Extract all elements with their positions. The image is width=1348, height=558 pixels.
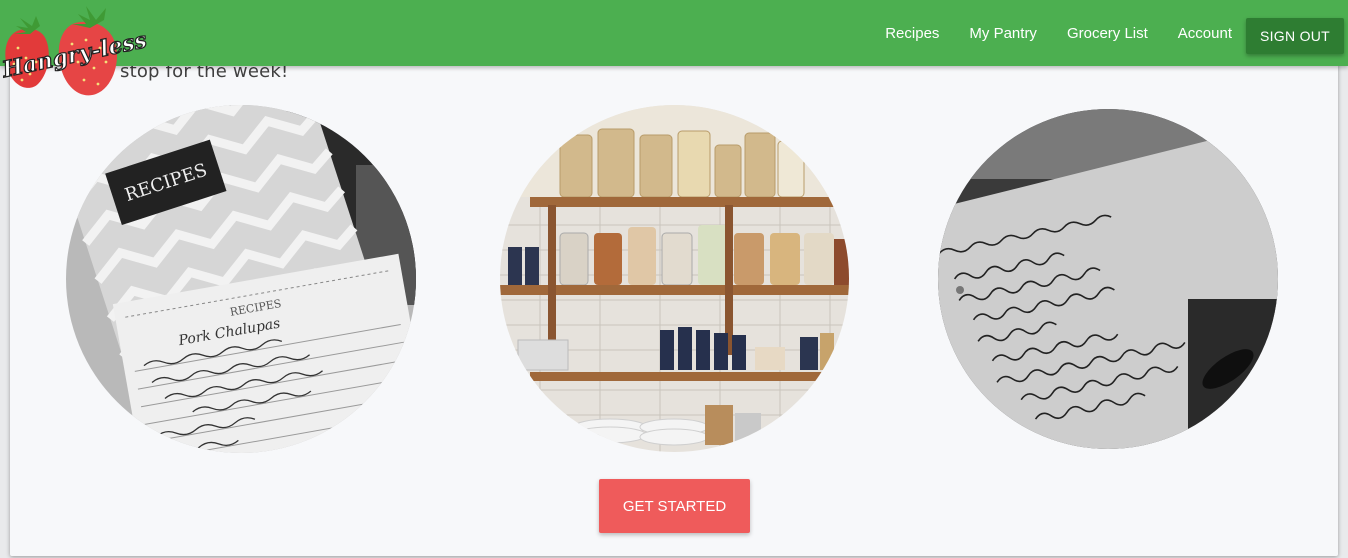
pantry-photo: [500, 105, 849, 452]
nav-links: Recipes My Pantry Grocery List Account S…: [885, 0, 1348, 66]
top-navbar: Recipes My Pantry Grocery List Account S…: [0, 0, 1348, 66]
recipes-photo: RECIPES RECIPES Pork Chalupas: [66, 105, 416, 453]
nav-link-my-pantry[interactable]: My Pantry: [969, 25, 1037, 42]
nav-link-account[interactable]: Account: [1178, 25, 1232, 42]
menu-photo: [938, 109, 1278, 449]
sign-out-button[interactable]: SIGN OUT: [1246, 18, 1344, 54]
nav-link-recipes[interactable]: Recipes: [885, 25, 939, 42]
nav-link-grocery-list[interactable]: Grocery List: [1067, 25, 1148, 42]
get-started-button[interactable]: GET STARTED: [599, 479, 750, 533]
hangry-less-logo[interactable]: Hangry-less: [0, 0, 160, 104]
